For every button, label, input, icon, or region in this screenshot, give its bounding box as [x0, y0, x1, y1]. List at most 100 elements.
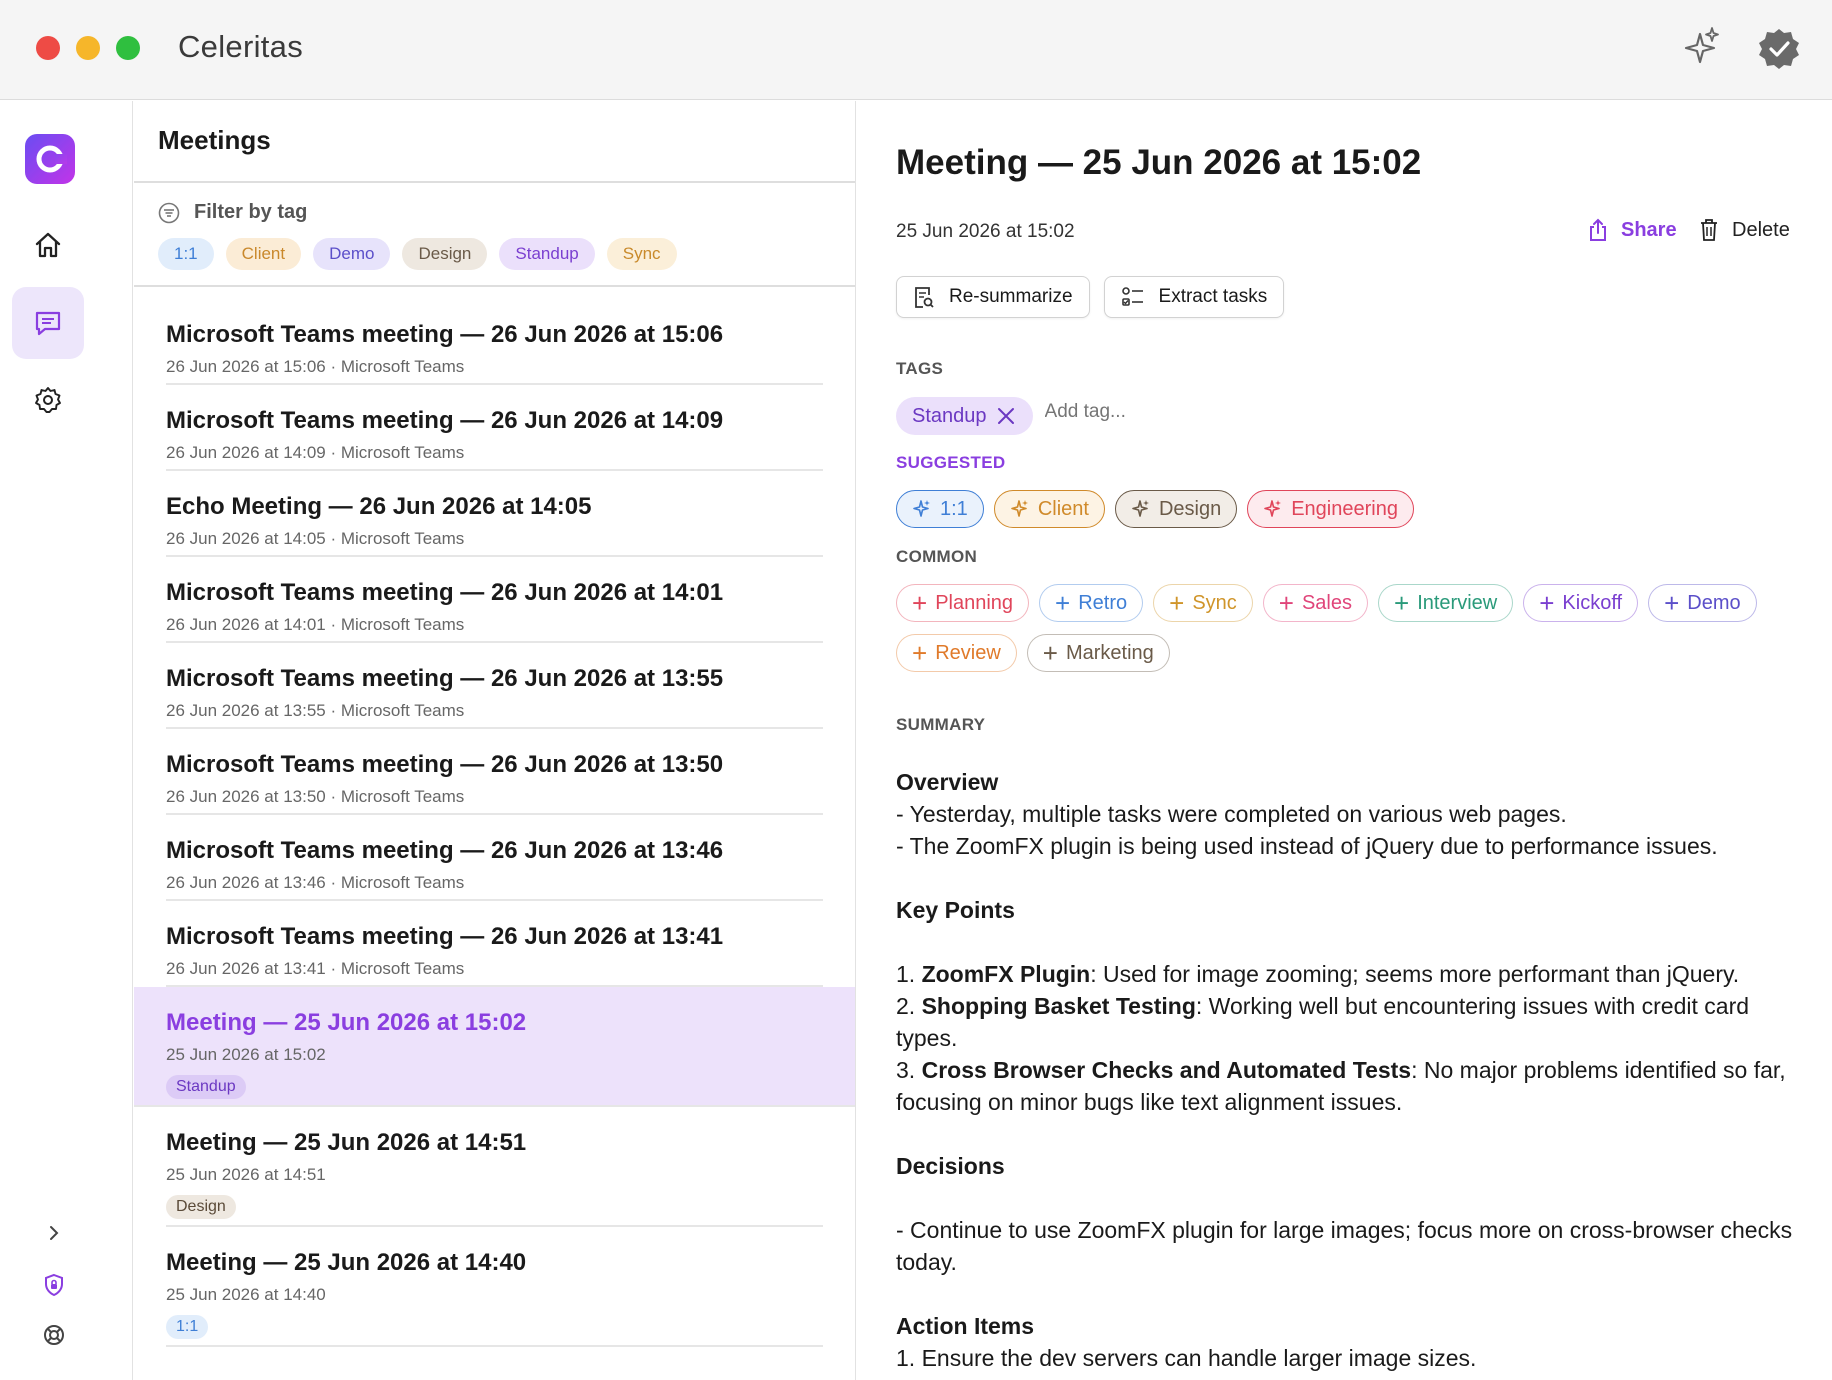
- sparkle-icon[interactable]: [1678, 24, 1728, 74]
- suggested-tags: 1:1 Client Design Engineering: [896, 490, 1414, 528]
- meeting-item-subtitle: 26 Jun 2026 at 13:41 · Microsoft Teams: [166, 959, 465, 978]
- common-tag-planning[interactable]: + Planning: [896, 584, 1030, 622]
- common-tag-review[interactable]: + Review: [896, 634, 1017, 672]
- common-tag-sales[interactable]: + Sales: [1262, 584, 1368, 622]
- meeting-list-item[interactable]: Meeting — 25 Jun 2026 at 14:40 25 Jun 202…: [134, 1227, 855, 1347]
- remove-tag-button[interactable]: [995, 405, 1017, 427]
- suggested-section-label: SUGGESTED: [896, 453, 1006, 472]
- meeting-item-title: Meeting — 25 Jun 2026 at 15:02: [166, 1009, 527, 1036]
- suggested-tag-client[interactable]: Client: [993, 490, 1105, 528]
- sidebar-rail: [0, 101, 133, 1380]
- document-search-icon: [915, 287, 934, 308]
- privacy-button[interactable]: [32, 1263, 76, 1307]
- plus-icon: +: [1042, 638, 1058, 668]
- sparkle-icon: [912, 499, 932, 519]
- meetings-list-pane: Meetings Filter by tag 1:1 Client Demo Desi…: [134, 101, 856, 1380]
- close-window-button[interactable]: [36, 36, 60, 60]
- common-tag-sync[interactable]: + Sync: [1153, 584, 1253, 622]
- common-tag-label: Review: [935, 641, 1001, 664]
- meeting-list-item[interactable]: Meeting — 25 Jun 2026 at 14:51 25 Jun 202…: [134, 1107, 855, 1227]
- expand-sidebar-button[interactable]: [32, 1211, 76, 1255]
- close-icon: [997, 408, 1014, 424]
- meetings-header: Meetings: [134, 101, 855, 183]
- decisions-heading: Decisions: [896, 1153, 1005, 1179]
- chevron-right-icon: [50, 1226, 59, 1240]
- meeting-item-tag: Standup: [166, 1075, 246, 1099]
- verified-badge-icon[interactable]: [1754, 24, 1804, 74]
- sparkle-icon: [1263, 499, 1283, 519]
- meeting-item-subtitle: 26 Jun 2026 at 13:55 · Microsoft Teams: [166, 701, 465, 720]
- meeting-list-item[interactable]: Microsoft Teams meeting — 26 Jun 2026 at…: [134, 729, 855, 815]
- extract-tasks-button[interactable]: Extract tasks: [1103, 276, 1285, 318]
- plus-icon: +: [1169, 588, 1185, 618]
- meeting-item-subtitle: 26 Jun 2026 at 14:09 · Microsoft Teams: [166, 443, 465, 462]
- meeting-item-subtitle: 25 Jun 2026 at 14:51: [166, 1165, 326, 1184]
- current-tags: Standup: [896, 397, 1245, 435]
- common-tag-marketing[interactable]: + Marketing: [1026, 634, 1170, 672]
- filter-tag[interactable]: Sync: [606, 238, 677, 270]
- filter-tag[interactable]: Demo: [313, 238, 391, 270]
- suggested-tag-label: Client: [1037, 497, 1089, 520]
- meeting-list-item[interactable]: Microsoft Teams meeting — 26 Jun 2026 at…: [134, 385, 855, 471]
- common-tags-row-1: + Planning + Retro + Sync + Sales + Interview + Kic…: [896, 584, 1757, 622]
- plus-icon: +: [1394, 588, 1410, 618]
- filter-tag[interactable]: Client: [225, 238, 302, 270]
- meeting-list-item[interactable]: Microsoft Teams meeting — 26 Jun 2026 at…: [134, 901, 855, 987]
- meeting-item-title: Meeting — 25 Jun 2026 at 14:40: [166, 1249, 527, 1276]
- meeting-item-subtitle: 26 Jun 2026 at 15:06 · Microsoft Teams: [166, 357, 465, 376]
- nav-settings[interactable]: [12, 364, 84, 436]
- share-button[interactable]: Share: [1587, 218, 1677, 242]
- common-tag-demo[interactable]: + Demo: [1648, 584, 1757, 622]
- chat-icon: [35, 311, 61, 336]
- title-bar: Celeritas: [0, 0, 1832, 100]
- filter-tag[interactable]: Standup: [499, 238, 595, 270]
- meeting-list-item[interactable]: Microsoft Teams meeting — 26 Jun 2026 at…: [134, 643, 855, 729]
- suggested-tag-11[interactable]: 1:1: [896, 490, 984, 528]
- meeting-item-title: Microsoft Teams meeting — 26 Jun 2026 at…: [166, 407, 724, 434]
- action-buttons: Re-summarize Extract tasks: [896, 276, 1285, 318]
- app-logo[interactable]: [25, 134, 75, 184]
- meeting-list-item[interactable]: Echo Meeting — 26 Jun 2026 at 14:05 26 Ju…: [134, 471, 855, 557]
- meeting-item-title: Echo Meeting — 26 Jun 2026 at 14:05: [166, 493, 592, 520]
- common-tags-row-2: + Review + Marketing: [896, 634, 1170, 672]
- meeting-item-subtitle: 26 Jun 2026 at 13:46 · Microsoft Teams: [166, 873, 465, 892]
- zoom-window-button[interactable]: [116, 36, 140, 60]
- summary-content: Overview - Yesterday, multiple tasks wer…: [896, 766, 1796, 1374]
- extract-tasks-label: Extract tasks: [1158, 286, 1268, 307]
- suggested-tag-engineering[interactable]: Engineering: [1247, 490, 1414, 528]
- sparkle-icon: [1010, 499, 1030, 519]
- nav-home[interactable]: [12, 209, 84, 281]
- home-icon: [35, 232, 61, 258]
- add-tag-input[interactable]: [1044, 401, 1245, 423]
- delete-button[interactable]: Delete: [1698, 218, 1790, 242]
- shield-lock-icon: [45, 1273, 63, 1297]
- help-button[interactable]: [32, 1313, 76, 1357]
- trash-icon: [1701, 219, 1717, 241]
- minimize-window-button[interactable]: [76, 36, 100, 60]
- meeting-list-item[interactable]: Microsoft Teams meeting — 26 Jun 2026 at…: [134, 815, 855, 901]
- resummarize-button[interactable]: Re-summarize: [896, 276, 1090, 318]
- suggested-tag-label: Design: [1158, 497, 1222, 520]
- tag-chip-standup: Standup: [896, 397, 1033, 435]
- meeting-list-item[interactable]: Microsoft Teams meeting — 26 Jun 2026 at…: [134, 299, 855, 385]
- common-tag-label: Retro: [1078, 591, 1128, 614]
- common-tag-label: Demo: [1687, 591, 1741, 614]
- tag-chip-label: Standup: [912, 404, 987, 427]
- lifebuoy-icon: [44, 1325, 64, 1345]
- suggested-tag-design[interactable]: Design: [1114, 490, 1238, 528]
- meeting-list-item[interactable]: Microsoft Teams meeting — 26 Jun 2026 at…: [134, 557, 855, 643]
- suggested-tag-label: Engineering: [1291, 497, 1398, 520]
- meeting-list-item[interactable]: Meeting — 25 Jun 2026 at 15:02 25 Jun 202…: [134, 987, 855, 1107]
- filter-tag[interactable]: 1:1: [158, 238, 214, 270]
- nav-meetings[interactable]: [12, 287, 84, 359]
- key-point-item: 1. ZoomFX Plugin: Used for image zooming…: [896, 961, 1740, 987]
- meeting-date: 25 Jun 2026 at 15:02: [896, 221, 1075, 242]
- common-tag-retro[interactable]: + Retro: [1039, 584, 1144, 622]
- action-item: 1. Ensure the dev servers can handle lar…: [896, 1345, 1477, 1371]
- plus-icon: +: [912, 588, 928, 618]
- filter-tag[interactable]: Design: [402, 238, 488, 270]
- common-tag-interview[interactable]: + Interview: [1378, 584, 1514, 622]
- decision-item: - Continue to use ZoomFX plugin for larg…: [896, 1217, 1793, 1275]
- delete-label: Delete: [1732, 218, 1790, 241]
- common-tag-kickoff[interactable]: + Kickoff: [1523, 584, 1639, 622]
